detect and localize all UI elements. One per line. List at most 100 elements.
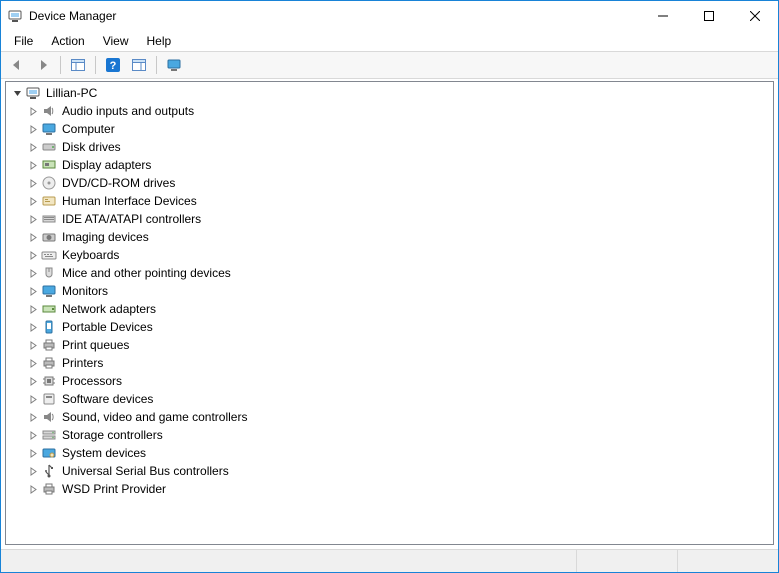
tree-category[interactable]: Keyboards [6, 246, 773, 264]
chevron-right-icon[interactable] [26, 482, 40, 496]
toolbar-separator [156, 56, 157, 74]
toolbar-computers-button[interactable] [162, 53, 186, 77]
toolbar-show-hide-tree-button[interactable] [66, 53, 90, 77]
tree-category-label: Monitors [60, 284, 110, 298]
tree-category-label: Portable Devices [60, 320, 155, 334]
tree-category[interactable]: Storage controllers [6, 426, 773, 444]
tree-category-label: Imaging devices [60, 230, 151, 244]
chevron-right-icon[interactable] [26, 374, 40, 388]
tree-category-label: Universal Serial Bus controllers [60, 464, 231, 478]
chevron-right-icon[interactable] [26, 320, 40, 334]
chevron-right-icon[interactable] [26, 410, 40, 424]
toolbar: ? [1, 51, 778, 79]
storage-icon [41, 427, 57, 443]
printer-icon [41, 355, 57, 371]
tree-category[interactable]: DVD/CD-ROM drives [6, 174, 773, 192]
chevron-right-icon[interactable] [26, 212, 40, 226]
tree-category[interactable]: Universal Serial Bus controllers [6, 462, 773, 480]
app-icon [7, 8, 23, 24]
tree-category[interactable]: Display adapters [6, 156, 773, 174]
close-button[interactable] [732, 1, 778, 31]
status-pane [678, 550, 778, 572]
toolbar-forward-button[interactable] [31, 53, 55, 77]
chevron-right-icon[interactable] [26, 176, 40, 190]
disk-icon [41, 139, 57, 155]
tree-category[interactable]: Print queues [6, 336, 773, 354]
title-bar: Device Manager [1, 1, 778, 31]
chevron-right-icon[interactable] [26, 428, 40, 442]
tree-category[interactable]: Software devices [6, 390, 773, 408]
menu-action[interactable]: Action [44, 33, 91, 49]
tree-category-label: Print queues [60, 338, 131, 352]
chevron-right-icon[interactable] [26, 158, 40, 172]
chevron-right-icon[interactable] [26, 194, 40, 208]
minimize-button[interactable] [640, 1, 686, 31]
tree-category[interactable]: IDE ATA/ATAPI controllers [6, 210, 773, 228]
portable-icon [41, 319, 57, 335]
tree-category[interactable]: Network adapters [6, 300, 773, 318]
hid-icon [41, 193, 57, 209]
menu-view[interactable]: View [96, 33, 136, 49]
printer-icon [41, 481, 57, 497]
chevron-right-icon[interactable] [26, 446, 40, 460]
chevron-right-icon[interactable] [26, 248, 40, 262]
ide-icon [41, 211, 57, 227]
tree-category[interactable]: Printers [6, 354, 773, 372]
chevron-right-icon[interactable] [26, 122, 40, 136]
chevron-right-icon[interactable] [26, 338, 40, 352]
svg-text:?: ? [110, 60, 117, 72]
tree-category[interactable]: Disk drives [6, 138, 773, 156]
tree-category[interactable]: Processors [6, 372, 773, 390]
chevron-right-icon[interactable] [26, 284, 40, 298]
tree-root[interactable]: Lillian-PC [6, 84, 773, 102]
toolbar-help-button[interactable]: ? [101, 53, 125, 77]
chevron-right-icon[interactable] [26, 230, 40, 244]
maximize-button[interactable] [686, 1, 732, 31]
software-icon [41, 391, 57, 407]
tree-category[interactable]: Portable Devices [6, 318, 773, 336]
tree-category[interactable]: WSD Print Provider [6, 480, 773, 498]
toolbar-show-hide-action-pane-button[interactable] [127, 53, 151, 77]
chevron-right-icon[interactable] [26, 104, 40, 118]
tree-category-label: Human Interface Devices [60, 194, 199, 208]
tree-category-label: Storage controllers [60, 428, 165, 442]
tree-category[interactable]: Mice and other pointing devices [6, 264, 773, 282]
tree-category[interactable]: System devices [6, 444, 773, 462]
tree-root-label: Lillian-PC [44, 86, 99, 100]
printer-icon [41, 337, 57, 353]
computer-icon [25, 85, 41, 101]
tree-category[interactable]: Imaging devices [6, 228, 773, 246]
chevron-right-icon[interactable] [26, 392, 40, 406]
status-bar [1, 549, 778, 572]
tree-category[interactable]: Sound, video and game controllers [6, 408, 773, 426]
cpu-icon [41, 373, 57, 389]
tree-category-label: Software devices [60, 392, 155, 406]
toolbar-back-button[interactable] [5, 53, 29, 77]
chevron-right-icon[interactable] [26, 266, 40, 280]
tree-category[interactable]: Computer [6, 120, 773, 138]
tree-category-label: DVD/CD-ROM drives [60, 176, 177, 190]
tree-category[interactable]: Human Interface Devices [6, 192, 773, 210]
menu-help[interactable]: Help [140, 33, 179, 49]
device-manager-window: Device Manager File Action View Help [0, 0, 779, 573]
chevron-right-icon[interactable] [26, 140, 40, 154]
tree-category-label: Audio inputs and outputs [60, 104, 196, 118]
menu-file[interactable]: File [7, 33, 40, 49]
tree-category[interactable]: Audio inputs and outputs [6, 102, 773, 120]
tree-category-label: System devices [60, 446, 148, 460]
tree-category-label: Network adapters [60, 302, 158, 316]
monitor-icon [41, 121, 57, 137]
chevron-right-icon[interactable] [26, 302, 40, 316]
tree-category-label: WSD Print Provider [60, 482, 168, 496]
device-tree[interactable]: Lillian-PC Audio inputs and outputs Compu… [5, 81, 774, 545]
tree-category[interactable]: Monitors [6, 282, 773, 300]
sound-icon [41, 409, 57, 425]
status-pane [1, 550, 577, 572]
cdrom-icon [41, 175, 57, 191]
menu-bar: File Action View Help [1, 31, 778, 51]
chevron-right-icon[interactable] [26, 464, 40, 478]
chevron-right-icon[interactable] [26, 356, 40, 370]
chevron-down-icon[interactable] [10, 86, 24, 100]
system-icon [41, 445, 57, 461]
tree-category-label: Keyboards [60, 248, 121, 262]
